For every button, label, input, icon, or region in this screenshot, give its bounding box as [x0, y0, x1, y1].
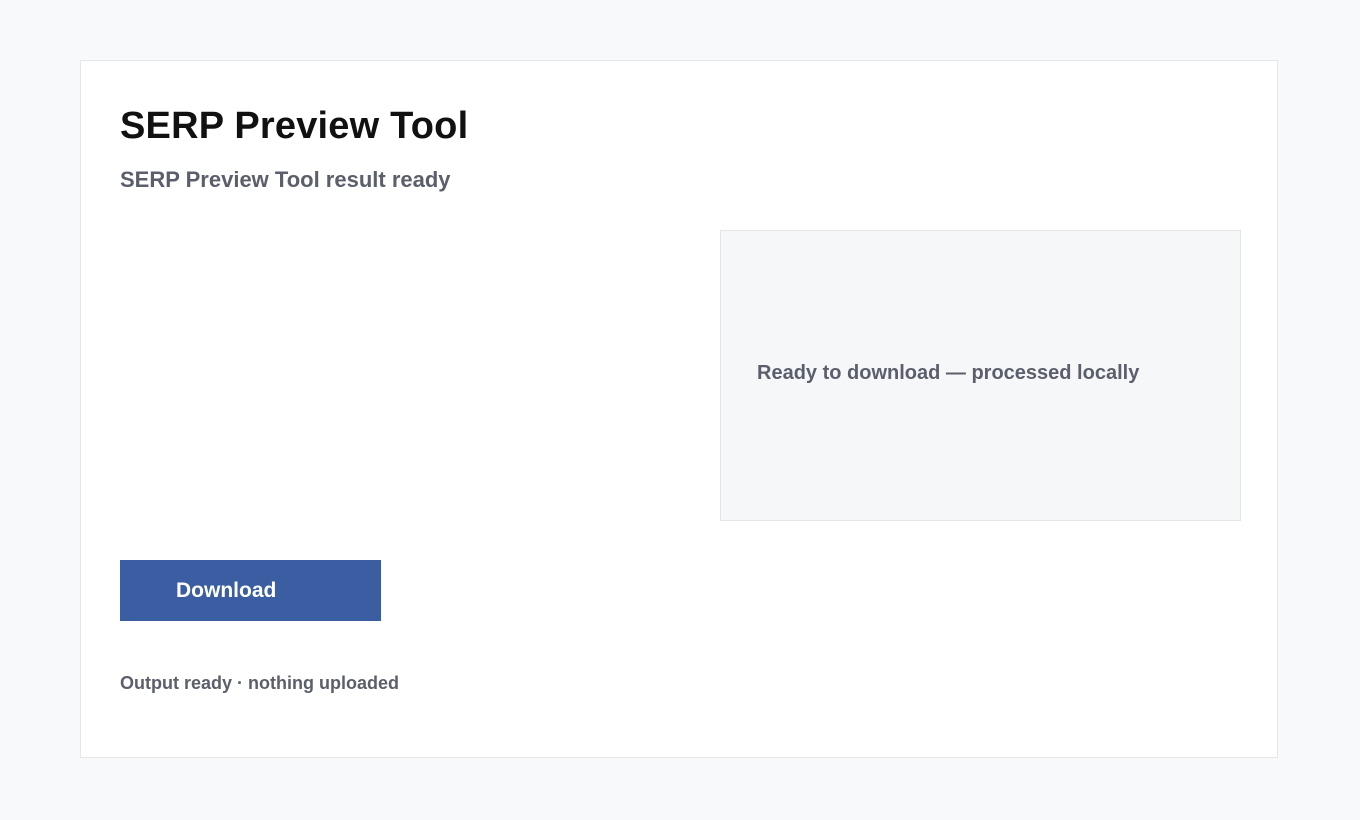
result-preview-panel: Ready to download — processed locally	[720, 230, 1241, 521]
footer-status-text: Output ready · nothing uploaded	[120, 673, 399, 693]
result-status-text: Ready to download — processed locally	[757, 362, 1140, 384]
page-subtitle: SERP Preview Tool result ready	[120, 167, 451, 192]
main-card: SERP Preview Tool SERP Preview Tool resu…	[80, 60, 1278, 758]
download-button[interactable]: Download	[120, 560, 381, 621]
page-title: SERP Preview Tool	[120, 105, 469, 147]
